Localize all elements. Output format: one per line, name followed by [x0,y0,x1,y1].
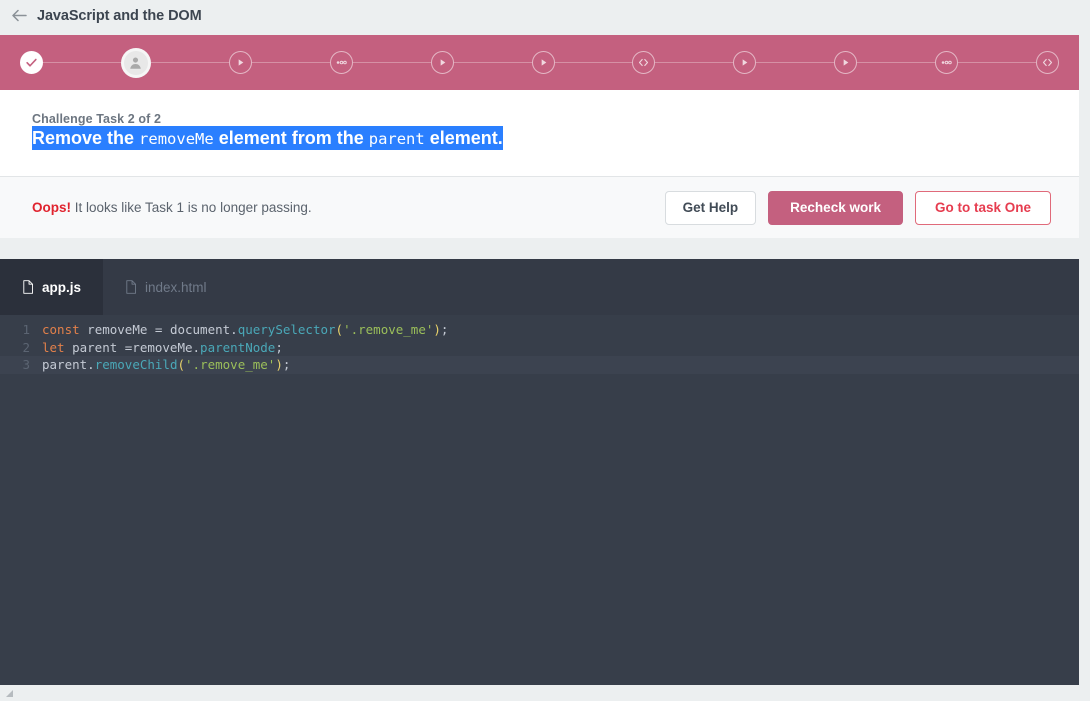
code-token: ; [275,339,283,355]
back-arrow-icon[interactable] [8,5,30,27]
line-number: 2 [22,339,30,355]
code-line[interactable]: 2 let parent =removeMe.parentNode; [0,339,1079,357]
stepper-connector [756,62,835,63]
task-heading-wrap: Remove the removeMe element from the par… [32,126,1047,150]
editor-tabbar: app.js index.html [0,259,1079,315]
page-title: JavaScript and the DOM [37,7,202,24]
file-icon [125,280,137,294]
editor-tab-index-html[interactable]: index.html [103,259,229,315]
file-icon [22,280,34,294]
stepper-connector [958,62,1037,63]
step-8-video[interactable] [733,51,757,74]
line-number: 1 [22,322,30,337]
code-icon [632,51,656,74]
code-token: ; [282,357,291,372]
code-token: parent. [42,357,95,372]
step-10-quiz[interactable] [935,51,959,74]
code-token: ; [440,322,449,337]
code-token: parentNode [200,339,276,355]
stepper-connector [43,62,121,63]
stepper-connector [150,62,229,63]
code-editor: app.js index.html 1 const removeMe = docum… [0,259,1079,685]
code-line[interactable]: 1 const removeMe = document.querySelector… [0,321,1079,339]
stepper-connector [554,62,633,63]
play-icon [228,51,252,74]
editor-tab-label: index.html [145,279,207,295]
step-2-current[interactable] [120,47,151,78]
step-5-video[interactable] [430,51,454,74]
step-7-code[interactable] [632,51,656,74]
code-token: let [42,339,65,355]
step-1-complete[interactable] [20,51,43,74]
window-titlebar: JavaScript and the DOM [0,0,1090,31]
code-token: ( [177,357,186,372]
code-token: '.remove_me' [343,322,434,337]
line-number: 3 [22,357,30,372]
heading-text: Remove the [32,128,140,148]
code-line-source: parent.removeChild('.remove_me'); [42,356,290,374]
code-token: querySelector [237,322,336,337]
code-token: ) [433,322,441,337]
stepper-connector [453,62,532,63]
course-progress-stepper [0,35,1079,90]
status-message: Oops! It looks like Task 1 is no longer … [32,200,665,215]
editor-tab-label: app.js [42,279,82,295]
code-line[interactable]: 3 parent.removeChild('.remove_me'); [0,356,1079,374]
code-line-source: const removeMe = document.querySelector(… [42,321,448,339]
play-icon [733,51,757,74]
play-icon [430,51,454,74]
step-11-code[interactable] [1036,51,1060,74]
person-icon [120,47,151,78]
step-4-quiz[interactable] [329,51,353,74]
editor-tab-app-js[interactable]: app.js [0,259,104,315]
stepper-connector [352,62,431,63]
heading-code-token: removeMe [139,130,214,148]
code-area[interactable]: 1 const removeMe = document.querySelector… [0,315,1079,374]
code-token: removeMe = document. [79,322,238,337]
task-heading: Remove the removeMe element from the par… [32,126,503,150]
step-3-video[interactable] [228,51,252,74]
course-card: Challenge Task 2 of 2 Remove the removeM… [0,35,1079,239]
code-token: removeChild [94,357,178,372]
code-token: ( [335,322,344,337]
heading-text: element. [424,128,503,148]
status-prefix: Oops! [32,200,71,216]
code-token: parent =removeMe. [64,339,201,355]
step-6-video[interactable] [531,51,555,74]
stepper-connector [857,62,936,63]
get-help-button[interactable]: Get Help [664,190,757,225]
recheck-work-button[interactable]: Recheck work [768,190,903,225]
code-line-source: let parent =removeMe.parentNode; [42,339,283,357]
code-token: const [42,322,80,337]
code-token: '.remove_me' [185,357,276,372]
heading-code-token: parent [368,130,425,148]
status-actions: Get Help Recheck work Go to task One [664,190,1051,225]
stepper-connector [251,62,330,63]
task-counter-label: Challenge Task 2 of 2 [32,112,161,126]
status-detail: It looks like Task 1 is no longer passin… [71,200,312,216]
go-to-task-one-button[interactable]: Go to task One [914,190,1051,225]
scroll-corner-icon[interactable] [6,689,15,698]
code-token: ) [275,357,283,372]
quiz-dots-icon [935,51,959,74]
check-icon [20,51,43,74]
quiz-dots-icon [329,51,353,74]
step-9-video[interactable] [834,51,858,74]
heading-text: element from the [213,128,369,148]
play-icon [531,51,555,74]
task-status-bar: Oops! It looks like Task 1 is no longer … [0,176,1079,239]
task-area: Challenge Task 2 of 2 Remove the removeM… [0,90,1079,177]
stepper-connector [655,62,734,63]
play-icon [834,51,858,74]
code-icon [1036,51,1060,74]
